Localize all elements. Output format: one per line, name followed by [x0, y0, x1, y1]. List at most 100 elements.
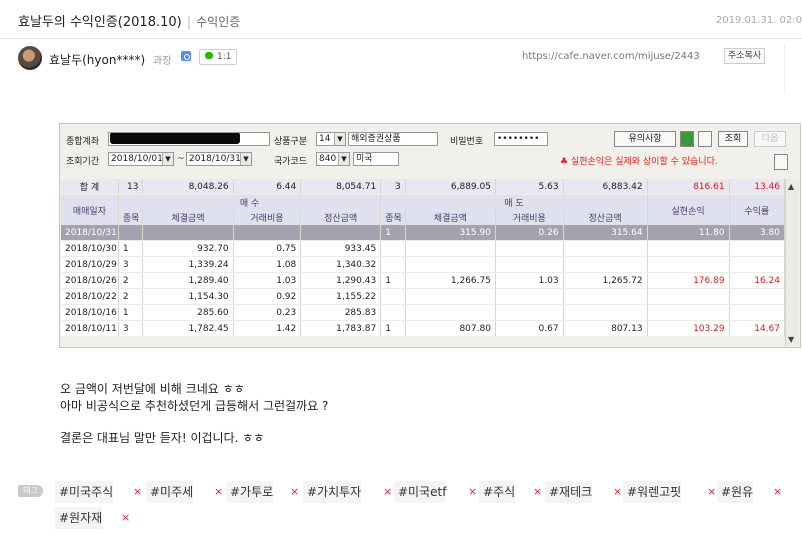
trade-date-cell: 2018/10/16	[61, 304, 119, 321]
product-code-select: 14 ▼	[316, 132, 346, 146]
table-row: 2018/10/16 1 285.60 0.23 285.83	[61, 304, 786, 321]
table-cell: 807.13	[563, 320, 648, 337]
table-cell	[300, 225, 382, 241]
header-row-1: 매매일자 매 수 매 도 실현손익 수익률	[61, 194, 786, 225]
tag-item[interactable]: #원유	[717, 481, 754, 503]
total-cell: 13	[118, 179, 144, 195]
table-cell	[729, 304, 786, 321]
password-label: 비밀번호	[450, 137, 484, 147]
total-row: 합 계 13 8,048.26 6.44 8,054.71 3 6,889.05…	[61, 179, 786, 195]
trade-date-cell: 2018/10/22	[61, 288, 119, 305]
tag-item[interactable]: #미국etf	[394, 481, 447, 503]
table-cell: 1.03	[233, 272, 302, 289]
scroll-up-icon: ▲	[788, 182, 795, 191]
tag-remove-icon[interactable]: ×	[468, 481, 477, 503]
table-cell: 176.89	[647, 272, 730, 289]
notice-button: 유의사항	[614, 131, 676, 147]
tag-icon: 태그	[18, 485, 43, 497]
table-cell: 315.90	[405, 225, 496, 241]
tag-item[interactable]: #가치투자	[303, 481, 362, 503]
scroll-down-icon: ▼	[788, 335, 795, 344]
table-cell: 103.29	[647, 320, 730, 337]
table-cell: 2	[118, 272, 144, 289]
table-cell: 933.45	[300, 240, 382, 257]
table-cell	[142, 225, 234, 241]
country-code-label: 국가코드	[274, 157, 308, 167]
board-category-link[interactable]: 수익인증	[196, 15, 240, 29]
chat-button[interactable]: 1:1	[199, 49, 238, 65]
tag-remove-icon[interactable]: ×	[707, 481, 716, 503]
tag-remove-icon[interactable]: ×	[383, 481, 392, 503]
trade-date-cell: 2018/10/31	[61, 225, 119, 241]
table-cell: 2	[118, 288, 144, 305]
col-header-realized: 실현손익	[647, 194, 730, 225]
tag-remove-icon[interactable]: ×	[613, 481, 622, 503]
col-header-fee: 거래비용	[233, 210, 302, 225]
excel-icon	[680, 131, 694, 147]
tag-remove-icon[interactable]: ×	[133, 481, 142, 503]
table-cell: 1	[380, 320, 406, 337]
tag-item[interactable]: #재테크	[545, 481, 593, 503]
calendar-dropdown-icon: ▼	[240, 153, 251, 165]
date-from-field: 2018/10/01 ▼	[108, 152, 174, 166]
tag-item[interactable]: #원자재	[55, 507, 103, 529]
table-cell: 315.64	[563, 225, 648, 241]
expand-icon	[774, 154, 788, 170]
table-cell	[405, 256, 496, 273]
tag-remove-icon[interactable]: ×	[533, 481, 542, 503]
table-cell: 1.03	[495, 272, 564, 289]
total-cell: 5.63	[495, 179, 564, 195]
table-cell: 285.83	[300, 304, 382, 321]
table-cell	[563, 304, 648, 321]
total-cell: 13.46	[729, 179, 786, 195]
table-cell: 3	[118, 320, 144, 337]
tag-item[interactable]: #가투로	[226, 481, 274, 503]
author-name[interactable]: 효날두(hyon****)	[49, 51, 145, 68]
avatar[interactable]	[18, 46, 42, 70]
chat-bubble-icon	[205, 52, 213, 59]
copy-url-button[interactable]: 주소복사	[724, 48, 766, 64]
country-code-value: 840	[319, 154, 337, 164]
col-header-count: 종목	[118, 210, 144, 225]
trade-history-grid: 합 계 13 8,048.26 6.44 8,054.71 3 6,889.05…	[61, 179, 786, 337]
table-row: 2018/10/26 2 1,289.40 1.03 1,290.43 1 1,266.75…	[61, 272, 786, 289]
table-cell: 1,339.24	[142, 256, 234, 273]
tag-remove-icon[interactable]: ×	[290, 481, 299, 503]
table-cell: 0.67	[495, 320, 564, 337]
table-cell: 1,290.43	[300, 272, 382, 289]
account-label: 종합계좌	[66, 137, 100, 147]
product-code-value: 14	[319, 134, 331, 144]
dropdown-arrow-icon: ▼	[334, 133, 345, 145]
table-row: 2018/10/30 1 932.70 0.75 933.45	[61, 240, 786, 257]
post-title[interactable]: 효날두의 수익인증(2018.10)	[18, 15, 182, 30]
member-level-icon	[181, 51, 191, 61]
post-url[interactable]: https://cafe.naver.com/mijuse/2443	[522, 51, 700, 62]
table-cell	[563, 288, 648, 305]
tag-item[interactable]: #미국주식	[55, 481, 114, 503]
total-cell: 6,889.05	[405, 179, 496, 195]
date-to-value: 2018/10/31	[189, 154, 241, 164]
table-row: 2018/10/11 3 1,782.45 1.42 1,783.87 1 807.80 0.…	[61, 320, 786, 337]
tag-item[interactable]: #워렌고핏	[623, 481, 682, 503]
account-field	[108, 132, 270, 146]
table-cell	[380, 240, 406, 257]
table-cell	[380, 304, 406, 321]
table-cell	[495, 304, 564, 321]
table-cell	[495, 288, 564, 305]
total-cell: 6.44	[233, 179, 302, 195]
table-cell: 1.42	[233, 320, 302, 337]
total-cell: 3	[380, 179, 406, 195]
grid-body: 2018/10/31 1 315.90 0.26 315.64 11.80 3.80 2018…	[61, 225, 786, 337]
tag-remove-icon[interactable]: ×	[214, 481, 223, 503]
table-cell	[647, 288, 730, 305]
post-title-line: 효날두의 수익인증(2018.10) | 수익인증	[18, 11, 240, 30]
table-cell	[647, 256, 730, 273]
table-cell: 3.80	[729, 225, 786, 241]
tag-remove-icon[interactable]: ×	[773, 481, 782, 503]
col-header-date: 매매일자	[61, 194, 119, 225]
table-cell	[563, 240, 648, 257]
tag-item[interactable]: #주식	[479, 481, 516, 503]
tag-item[interactable]: #미주세	[146, 481, 194, 503]
tag-remove-icon[interactable]: ×	[121, 507, 130, 529]
chat-button-label: 1:1	[217, 52, 232, 62]
